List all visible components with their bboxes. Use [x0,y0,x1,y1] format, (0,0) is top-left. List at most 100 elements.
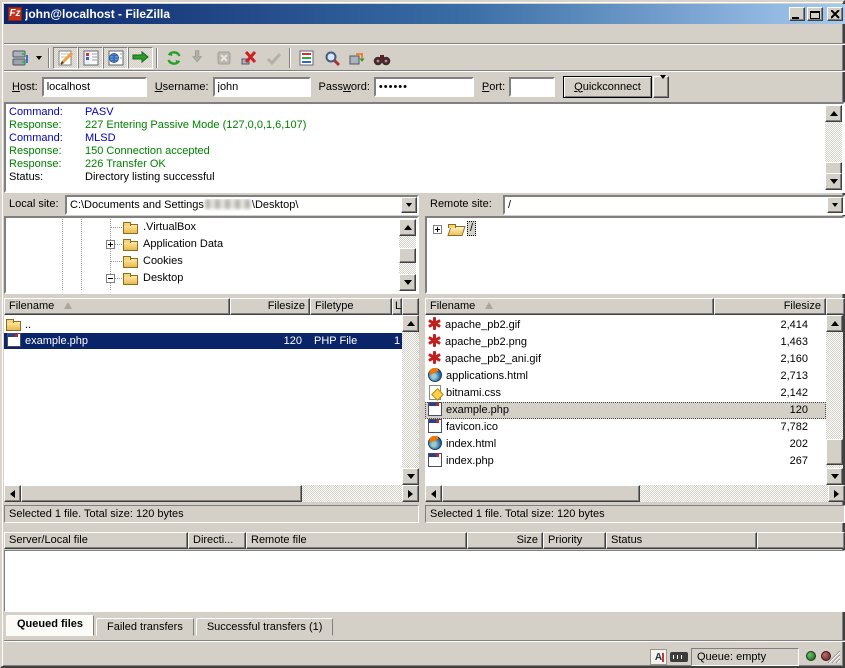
column-header-filename[interactable]: Filename [4,298,230,315]
local-list-scrollbar[interactable] [402,315,419,485]
file-row[interactable]: favicon.ico 7,782 [425,419,826,436]
file-row[interactable]: apache_pb2.png 1,463 [425,334,826,351]
scrollbar-thumb[interactable] [399,248,416,263]
arrow-left-icon [6,490,15,498]
synchronized-browsing-button[interactable] [344,47,369,69]
queue-list[interactable] [4,550,845,612]
scroll-right-button[interactable] [402,485,419,502]
port-input[interactable] [509,77,555,97]
column-header-lastmodified[interactable]: L [392,298,402,315]
tree-item[interactable]: Cookies [7,253,399,270]
find-files-button[interactable] [369,47,394,69]
remote-site-dropdown[interactable] [827,197,843,213]
scroll-left-button[interactable] [4,485,21,502]
scroll-down-button[interactable] [399,274,416,291]
column-header-filesize[interactable]: Filesize [230,298,310,315]
menu-item[interactable] [8,32,24,36]
file-row[interactable]: bitnami.css 2,142 [425,385,826,402]
tree-expander[interactable] [106,274,115,283]
tree-item[interactable]: .VirtualBox [7,219,399,236]
scrollbar-thumb[interactable] [826,439,843,465]
file-row[interactable]: index.php 267 [425,453,826,470]
menu-item[interactable] [24,32,40,36]
column-header-filename[interactable]: Filename [425,298,714,315]
file-name: index.php [446,455,494,467]
resize-grip[interactable] [827,650,840,663]
file-row[interactable]: example.php 120 PHP File 1 [4,333,402,349]
speed-limit-indicator-icon[interactable] [670,652,688,662]
scroll-up-button[interactable] [399,219,416,236]
cancel-operation-button[interactable] [211,47,236,69]
refresh-button[interactable] [161,47,186,69]
log-scrollbar[interactable] [825,105,842,190]
disconnect-button[interactable] [236,47,261,69]
directory-comparison-button[interactable] [319,47,344,69]
quickconnect-button[interactable]: Quickconnect [563,76,652,98]
tree-item-label: Desktop [143,271,183,286]
tree-expander[interactable] [106,240,115,249]
scrollbar-thumb[interactable] [21,485,302,502]
menu-item[interactable] [40,32,56,36]
column-header-remote-file[interactable]: Remote file [246,532,467,549]
file-row[interactable]: index.html 202 [425,436,826,453]
remote-list-scrollbar[interactable] [826,315,843,485]
scroll-down-button[interactable] [402,468,419,485]
column-header-filetype[interactable]: Filetype [310,298,392,315]
local-list-hscrollbar[interactable] [4,485,419,502]
scroll-down-button[interactable] [825,173,842,190]
toggle-local-tree-button[interactable] [78,47,103,69]
scroll-up-button[interactable] [402,315,419,332]
tab-failed-transfers[interactable]: Failed transfers [96,618,194,636]
file-row[interactable]: apache_pb2_ani.gif 2,160 [425,351,826,368]
column-header-size[interactable]: Size [467,532,543,549]
scroll-left-button[interactable] [425,485,442,502]
tree-expander[interactable] [433,225,442,234]
username-input[interactable] [213,77,311,97]
tree-item[interactable]: / [428,221,842,238]
scroll-right-button[interactable] [828,485,845,502]
file-row[interactable]: example.php 120 [425,402,826,419]
tree-item[interactable]: Application Data [7,236,399,253]
tab-successful-transfers[interactable]: Successful transfers (1) [196,618,334,636]
titlebar[interactable]: Fz john@localhost - FileZilla [4,4,845,24]
quickconnect-dropdown[interactable] [653,76,669,98]
site-manager-dropdown[interactable] [32,47,45,69]
close-button[interactable] [827,7,843,21]
directory-listing-filters-button[interactable] [294,47,319,69]
menu-item[interactable] [88,32,104,36]
column-header-server-local-file[interactable]: Server/Local file [4,532,188,549]
minimize-button[interactable] [789,7,805,21]
menu-item[interactable] [72,32,88,36]
remote-site-combo[interactable]: / [503,195,845,215]
toggle-remote-tree-button[interactable] [103,47,128,69]
column-header-filesize[interactable]: Filesize [714,298,826,315]
host-input[interactable] [42,77,147,97]
menu-item[interactable] [104,32,120,36]
file-row[interactable]: apache_pb2.gif 2,414 [425,317,826,334]
reconnect-button[interactable] [261,47,286,69]
transfer-type-indicator-icon[interactable]: A [650,649,667,665]
menu-item[interactable] [56,32,72,36]
remote-list-hscrollbar[interactable] [425,485,845,502]
tree-item[interactable]: Desktop [7,270,399,287]
column-header-priority[interactable]: Priority [543,532,606,549]
scroll-up-button[interactable] [825,105,842,122]
file-row[interactable]: .. [4,317,402,333]
toggle-queue-button[interactable] [128,47,153,69]
site-manager-button[interactable] [7,47,32,69]
toggle-message-log-button[interactable] [53,47,78,69]
maximize-button[interactable] [807,7,823,21]
scrollbar-thumb[interactable] [442,485,640,502]
scroll-down-button[interactable] [826,468,843,485]
password-input[interactable] [374,77,474,97]
column-header-status[interactable]: Status [606,532,757,549]
local-site-dropdown[interactable] [401,197,417,213]
file-row[interactable]: applications.html 2,713 [425,368,826,385]
scroll-up-button[interactable] [826,315,843,332]
tab-queued-files[interactable]: Queued files [6,615,94,636]
local-site-combo[interactable]: C:\Documents and Settings\Desktop\ [65,195,419,215]
app-icon[interactable]: Fz [8,7,22,21]
column-header-direction[interactable]: Directi... [188,532,246,549]
process-queue-button[interactable] [186,47,211,69]
local-tree-scrollbar[interactable] [399,219,416,291]
